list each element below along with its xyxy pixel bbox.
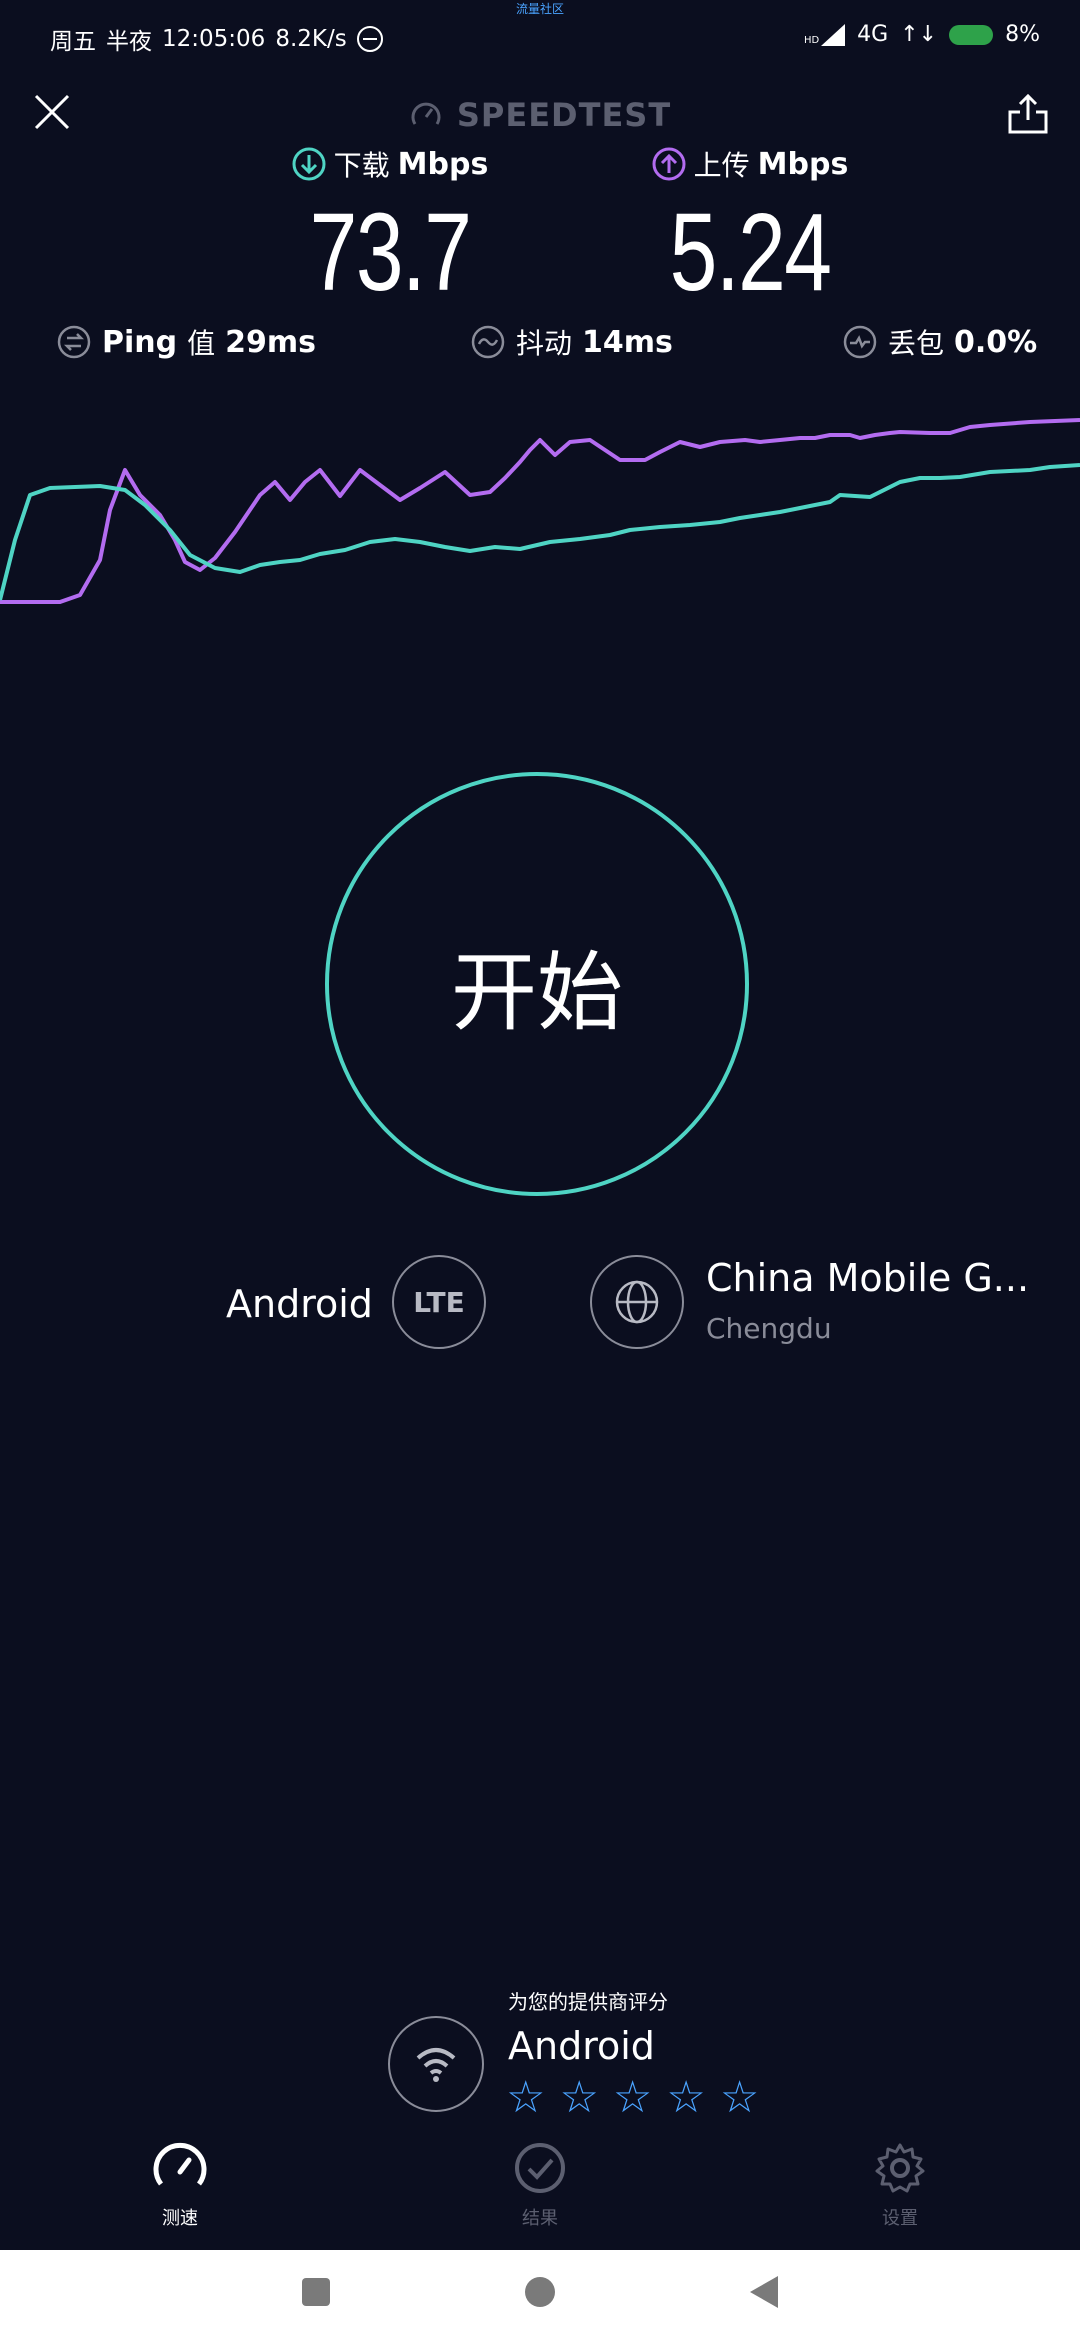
jitter-metric: 抖动 14ms — [470, 322, 673, 362]
packet-loss-metric: 丢包 0.0% — [842, 322, 1037, 362]
speed-graph — [0, 418, 1080, 604]
recents-button[interactable] — [302, 2278, 330, 2306]
rating-provider: Android — [508, 2024, 655, 2068]
status-bar-right: HD 4G ↑↓ 8% — [804, 22, 1040, 47]
nav-speed-test[interactable]: 测速 — [100, 2140, 260, 2230]
server-location: Chengdu — [706, 1312, 832, 1345]
download-result: 下载 Mbps 73.7 — [240, 144, 540, 308]
server-button[interactable] — [590, 1255, 684, 1349]
download-unit: Mbps — [397, 146, 489, 182]
upload-arrow-icon — [652, 147, 686, 181]
wifi-icon — [416, 2048, 456, 2082]
nav-settings-label: 设置 — [882, 2208, 918, 2229]
packet-loss-icon — [843, 325, 877, 359]
status-bar-left: 周五 半夜 12:05:06 8.2K/s — [50, 22, 383, 56]
back-button[interactable] — [750, 2276, 778, 2308]
checkmark-nav-icon — [515, 2143, 565, 2193]
share-button[interactable] — [1006, 92, 1050, 136]
upload-speed-line — [0, 418, 1080, 604]
signal-icon: HD — [803, 23, 846, 46]
star-3-icon[interactable]: ☆ — [613, 2076, 652, 2120]
upload-unit: Mbps — [757, 146, 849, 182]
data-arrows-icon: ↑↓ — [900, 22, 938, 47]
download-speed-line — [0, 463, 1080, 601]
star-2-icon[interactable]: ☆ — [559, 2076, 598, 2120]
download-label: 下载 — [333, 149, 390, 182]
status-net-speed: 8.2K/s — [275, 26, 347, 52]
hd-label: HD — [803, 34, 820, 46]
download-arrow-icon — [292, 147, 326, 181]
share-icon — [1008, 93, 1048, 134]
battery-level: 8% — [1005, 22, 1040, 47]
ping-metric: Ping 值 29ms — [56, 322, 316, 362]
status-time: 12:05:06 — [162, 26, 266, 52]
star-4-icon[interactable]: ☆ — [666, 2076, 705, 2120]
globe-icon — [615, 1280, 659, 1324]
download-value: 73.7 — [309, 191, 472, 314]
home-button[interactable] — [525, 2277, 555, 2307]
nav-settings[interactable]: 设置 — [820, 2140, 980, 2230]
nav-results-label: 结果 — [522, 2208, 558, 2229]
packet-loss-label: 丢包 — [888, 327, 945, 360]
ping-label: Ping — [102, 324, 178, 360]
speedometer-nav-icon — [153, 2142, 207, 2186]
star-1-icon[interactable]: ☆ — [506, 2076, 545, 2120]
status-day: 周五 — [50, 29, 96, 55]
ping-value: 29ms — [225, 324, 316, 360]
packet-loss-value: 0.0% — [954, 324, 1038, 360]
star-rating: ☆ ☆ ☆ ☆ ☆ — [506, 2076, 759, 2120]
star-5-icon[interactable]: ☆ — [720, 2076, 759, 2120]
do-not-disturb-icon — [356, 26, 383, 52]
network-type: 4G — [857, 22, 889, 47]
jitter-icon — [471, 325, 505, 359]
connection-type-label: LTE — [413, 1285, 465, 1319]
provider-icon — [388, 2016, 484, 2112]
upload-label: 上传 — [693, 149, 750, 182]
speedometer-icon — [411, 102, 441, 125]
ping-label-zh: 值 — [187, 327, 216, 360]
jitter-label: 抖动 — [516, 327, 573, 360]
connection-type-badge[interactable]: LTE — [392, 1255, 486, 1349]
gear-nav-icon — [875, 2143, 925, 2193]
rating-prompt: 为您的提供商评分 — [508, 1990, 668, 2014]
status-center-text: 流量社区 — [515, 2, 564, 16]
ping-icon — [57, 325, 91, 359]
nav-results[interactable]: 结果 — [460, 2140, 620, 2230]
start-button-label: 开始 — [451, 942, 623, 1043]
battery-icon — [949, 24, 994, 45]
nav-speed-label: 测速 — [162, 2208, 198, 2229]
brand-name: SPEEDTEST — [456, 96, 672, 134]
status-period: 半夜 — [106, 29, 152, 55]
upload-label-row: 上传 Mbps — [652, 144, 849, 184]
upload-value: 5.24 — [669, 191, 832, 314]
device-name: Android — [226, 1282, 373, 1326]
start-button[interactable]: 开始 — [325, 772, 749, 1196]
server-name[interactable]: China Mobile G... — [706, 1256, 1029, 1300]
jitter-value: 14ms — [582, 324, 673, 360]
download-label-row: 下载 Mbps — [292, 144, 489, 184]
upload-result: 上传 Mbps 5.24 — [600, 144, 900, 308]
app-title: SPEEDTEST — [0, 96, 1080, 134]
